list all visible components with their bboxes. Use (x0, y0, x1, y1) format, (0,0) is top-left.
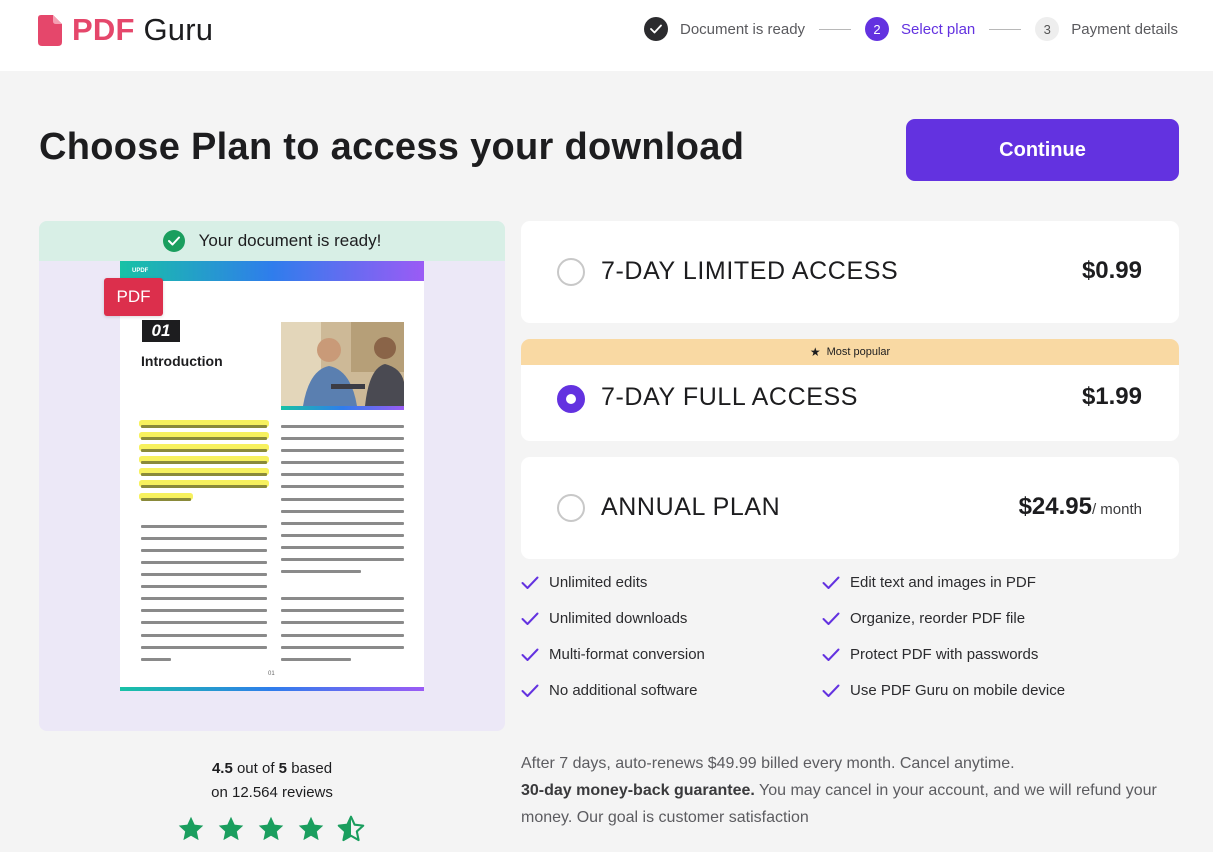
document-chapter-number: 01 (142, 320, 180, 342)
feature-item: Edit text and images in PDF (822, 574, 1036, 591)
most-popular-badge: ★ Most popular (521, 339, 1179, 365)
document-text-column-right (281, 425, 407, 670)
step-payment-details: 3 Payment details (1035, 17, 1178, 41)
plan-name: 7-DAY FULL ACCESS (601, 383, 859, 411)
rating-score: 4.5 (211, 760, 233, 777)
feature-label: Unlimited edits (549, 574, 648, 591)
step-select-plan: 2 Select plan (865, 17, 975, 41)
continue-button[interactable]: Continue (906, 119, 1179, 181)
feature-label: Unlimited downloads (549, 610, 688, 627)
checkout-steps: Document is ready 2 Select plan 3 Paymen… (643, 17, 1178, 41)
check-icon (521, 612, 539, 625)
rating-max: 5 (278, 760, 288, 777)
guarantee-bold: 30-day money-back guarantee. (521, 782, 755, 799)
pdf-file-badge: PDF (104, 278, 163, 316)
rating-stars (177, 815, 377, 843)
guarantee-note: 30-day money-back guarantee. You may can… (521, 777, 1181, 831)
check-circle-icon (162, 230, 185, 252)
plan-option-annual[interactable]: ANNUAL PLAN $24.95/ month (521, 457, 1179, 559)
star-icon (218, 816, 244, 841)
photo-accent-bar (281, 406, 404, 410)
checkmark-icon (643, 17, 668, 41)
plan-option-7-day-limited[interactable]: 7-DAY LIMITED ACCESS $0.99 (521, 221, 1179, 323)
plan-price-period: / month (1091, 501, 1142, 518)
step-document-ready: Document is ready (643, 17, 806, 41)
plan-name: 7-DAY LIMITED ACCESS (601, 257, 899, 285)
plan-radio[interactable] (557, 494, 585, 522)
page-title: Choose Plan to access your download (39, 126, 745, 168)
plan-price-amount: $24.95 (1018, 493, 1092, 520)
check-icon (521, 684, 539, 697)
feature-label: Edit text and images in PDF (850, 574, 1036, 591)
feature-item: Multi-format conversion (521, 646, 705, 663)
check-icon (822, 576, 840, 589)
check-icon (521, 648, 539, 661)
document-ready-text: Your document is ready! (198, 231, 382, 250)
logo-pdf: PDF (72, 12, 135, 47)
feature-label: Organize, reorder PDF file (850, 610, 1026, 627)
star-icon (298, 816, 324, 841)
document-footer-bar (120, 687, 424, 691)
document-text-column-left (141, 425, 267, 670)
check-icon (822, 684, 840, 697)
rating-based: based (291, 760, 333, 777)
step-number: 2 (865, 17, 890, 41)
feature-item: Protect PDF with passwords (822, 646, 1038, 663)
logo-guru: Guru (143, 12, 214, 47)
step-divider (819, 28, 852, 30)
plan-name: ANNUAL PLAN (601, 493, 781, 521)
feature-label: Protect PDF with passwords (850, 646, 1039, 663)
document-heading: Introduction (141, 353, 223, 369)
rating-summary: 4.5 out of 5 based on 12.564 reviews (39, 757, 505, 805)
plan-price: $1.99 (1081, 383, 1142, 410)
rating-out-of: out of (236, 760, 275, 777)
check-icon (521, 576, 539, 589)
feature-item: Organize, reorder PDF file (822, 610, 1025, 627)
feature-item: Unlimited edits (521, 574, 647, 591)
renewal-note: After 7 days, auto-renews $49.99 billed … (521, 755, 1015, 772)
top-header: PDF Guru Document is ready 2 Select plan… (0, 0, 1213, 71)
star-icon (258, 816, 284, 841)
half-star-icon (337, 815, 365, 842)
document-page-number: 01 (268, 671, 275, 677)
feature-item: No additional software (521, 682, 697, 699)
plan-price: $24.95/ month (1019, 493, 1142, 521)
feature-item: Unlimited downloads (521, 610, 687, 627)
plan-radio-selected[interactable] (557, 385, 585, 413)
rating-reviews-count: on 12.564 reviews (211, 784, 333, 801)
plan-radio[interactable] (557, 258, 585, 286)
document-brand: UPDF (132, 268, 149, 274)
feature-label: Use PDF Guru on mobile device (850, 682, 1066, 699)
document-header-bar: UPDF (120, 261, 424, 281)
step-label: Document is ready (679, 20, 806, 38)
plan-price: $0.99 (1081, 257, 1142, 284)
plan-option-7-day-full[interactable]: 7-DAY FULL ACCESS $1.99 (521, 365, 1179, 441)
check-icon (822, 612, 840, 625)
step-divider (989, 28, 1022, 30)
step-number: 3 (1035, 17, 1060, 41)
feature-item: Use PDF Guru on mobile device (822, 682, 1065, 699)
star-icon: ★ (809, 345, 821, 359)
step-label: Select plan (901, 20, 976, 38)
document-photo (281, 322, 404, 410)
pdf-guru-logo[interactable]: PDF Guru (38, 12, 213, 48)
check-icon (822, 648, 840, 661)
step-label: Payment details (1071, 20, 1178, 38)
logo-text: PDF Guru (72, 12, 213, 48)
most-popular-label: Most popular (826, 346, 891, 358)
file-icon (38, 14, 62, 46)
document-ready-banner: Your document is ready! (39, 221, 505, 261)
billing-notes: After 7 days, auto-renews $49.99 billed … (521, 750, 1181, 831)
feature-label: Multi-format conversion (549, 646, 705, 663)
document-preview-card: Your document is ready! UPDF 01 Introduc… (39, 221, 505, 731)
document-thumbnail: UPDF 01 Introduction 01 (120, 261, 424, 691)
star-icon (178, 816, 204, 841)
feature-label: No additional software (549, 682, 698, 699)
